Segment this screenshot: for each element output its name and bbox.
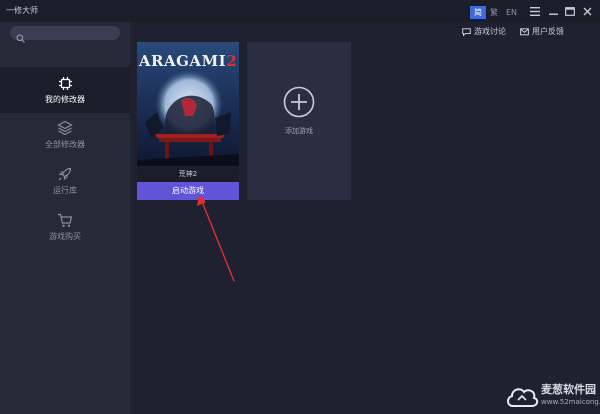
sidebar-item-all-trainers[interactable]: 全部修改器 [0, 112, 130, 158]
watermark-url: www.52maicong.com [541, 398, 600, 406]
sidebar-item-label: 我的修改器 [45, 95, 85, 104]
user-feedback-link[interactable]: 用户反馈 [520, 26, 564, 37]
cloud-logo-icon [507, 388, 539, 407]
chat-icon [462, 27, 471, 36]
maximize-icon [565, 6, 575, 16]
game-name: 荒神2 [137, 166, 239, 182]
game-card[interactable]: ARAGAMI2 荒神2 启动游戏 [137, 42, 239, 200]
menu-icon [530, 6, 540, 16]
sidebar-item-label: 全部修改器 [45, 140, 85, 149]
watermark: 麦葱软件园 www.52maicong.com [505, 380, 600, 414]
title-bar: 一修大师 简 繁 EN [0, 0, 600, 22]
search-icon [16, 28, 25, 47]
rocket-icon [57, 166, 73, 182]
annotation-arrow [197, 194, 235, 282]
sidebar-item-my-trainers[interactable]: 我的修改器 [0, 67, 130, 113]
close-icon [583, 7, 592, 16]
sidebar-item-label: 游戏购买 [49, 232, 81, 241]
chip-icon [58, 75, 73, 91]
language-option-traditional[interactable]: 繁 [486, 6, 502, 19]
app-title: 一修大师 [6, 6, 38, 15]
menu-button[interactable] [528, 4, 542, 18]
language-option-simplified[interactable]: 简 [470, 6, 486, 19]
game-cover-title-number: 2 [226, 52, 238, 70]
language-option-english[interactable]: EN [502, 6, 521, 19]
cart-icon [57, 212, 73, 228]
game-cover-image: ARAGAMI2 [137, 42, 239, 182]
sidebar-item-label: 运行库 [53, 186, 77, 195]
game-cover-title: ARAGAMI2 [137, 52, 239, 70]
add-game-label: 添加游戏 [285, 127, 313, 135]
plus-circle-icon [283, 86, 315, 122]
watermark-text: 麦葱软件园 [541, 383, 596, 396]
language-switch: 简 繁 EN [470, 6, 521, 19]
maximize-button[interactable] [563, 4, 577, 18]
sidebar: 我的修改器 全部修改器 运行库 游戏购买 [0, 22, 130, 414]
minimize-icon [548, 7, 558, 16]
game-discussion-label: 游戏讨论 [474, 27, 506, 36]
sidebar-item-buy-games[interactable]: 游戏购买 [0, 204, 130, 250]
user-feedback-label: 用户反馈 [532, 27, 564, 36]
layers-icon [57, 120, 73, 136]
game-discussion-link[interactable]: 游戏讨论 [462, 26, 506, 37]
search-input[interactable] [28, 26, 116, 40]
close-button[interactable] [580, 4, 594, 18]
add-game-card[interactable]: 添加游戏 [247, 42, 351, 200]
search-box [10, 26, 120, 43]
minimize-button[interactable] [546, 4, 560, 18]
mail-icon [520, 27, 529, 36]
sidebar-item-runtime-libraries[interactable]: 运行库 [0, 158, 130, 204]
game-cover-title-text: ARAGAMI [138, 52, 227, 70]
